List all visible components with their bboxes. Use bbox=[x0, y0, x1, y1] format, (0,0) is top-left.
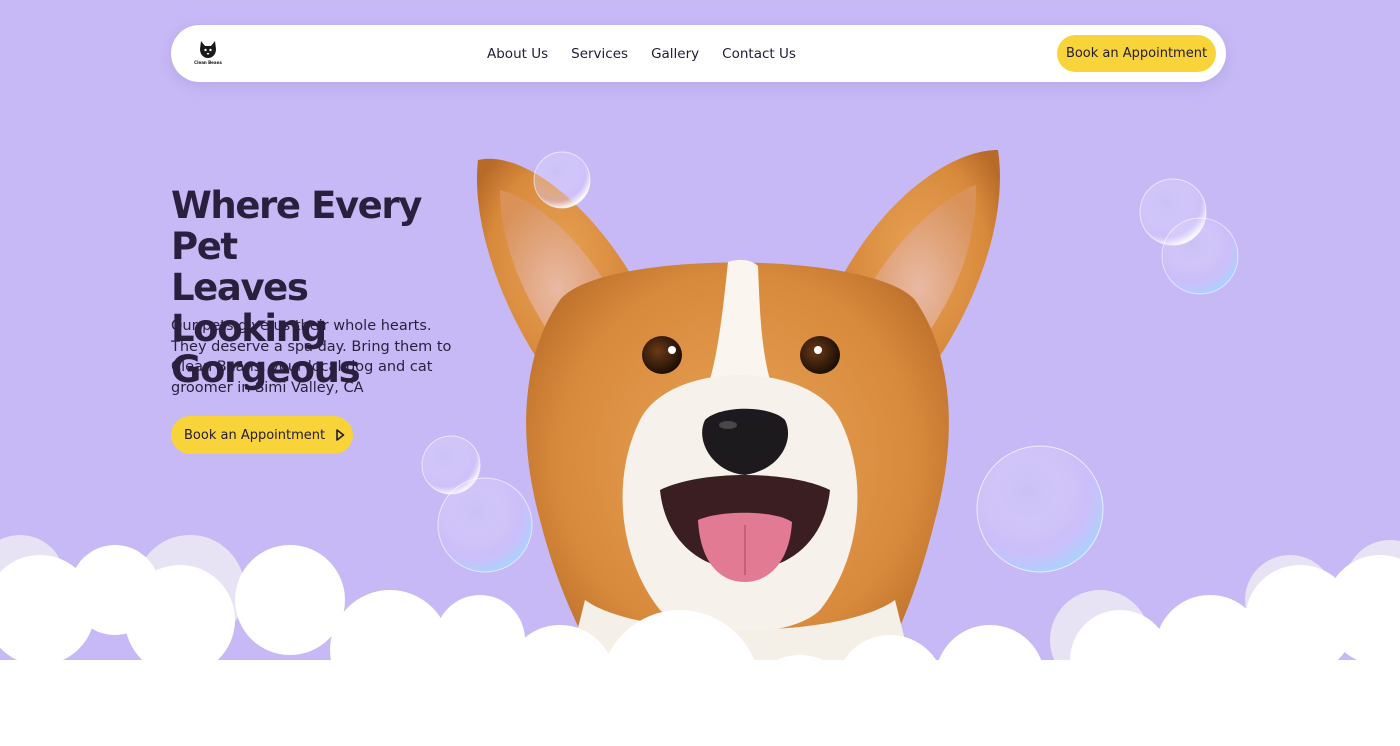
bubble-decoration bbox=[533, 151, 591, 209]
bubble-decoration bbox=[437, 477, 533, 573]
nav-links: About Us Services Gallery Contact Us bbox=[487, 25, 796, 82]
dog-head-icon bbox=[200, 41, 216, 58]
clean-beans-logo[interactable]: Clean Beans bbox=[193, 39, 223, 67]
logo-text: Clean Beans bbox=[194, 60, 222, 65]
play-arrow-icon bbox=[336, 429, 345, 441]
hero-subtitle: Our pets give us their whole hearts. The… bbox=[171, 318, 452, 396]
bubble-decoration bbox=[976, 445, 1104, 573]
hero-cta-label: Book an Appointment bbox=[184, 427, 326, 443]
hero-title-line: Where Every Pet bbox=[171, 184, 422, 268]
hero-section: Clean Beans About Us Services Gallery Co… bbox=[0, 0, 1400, 746]
nav-link-about-us[interactable]: About Us bbox=[487, 46, 548, 62]
bubble-decoration bbox=[1161, 217, 1239, 295]
nav-book-appointment-button[interactable]: Book an Appointment bbox=[1057, 35, 1216, 72]
navbar: Clean Beans About Us Services Gallery Co… bbox=[171, 25, 1226, 82]
nav-link-services[interactable]: Services bbox=[571, 46, 628, 62]
hero-book-appointment-button[interactable]: Book an Appointment bbox=[171, 416, 353, 454]
nav-link-contact-us[interactable]: Contact Us bbox=[722, 46, 796, 62]
nav-link-gallery[interactable]: Gallery bbox=[651, 46, 699, 62]
